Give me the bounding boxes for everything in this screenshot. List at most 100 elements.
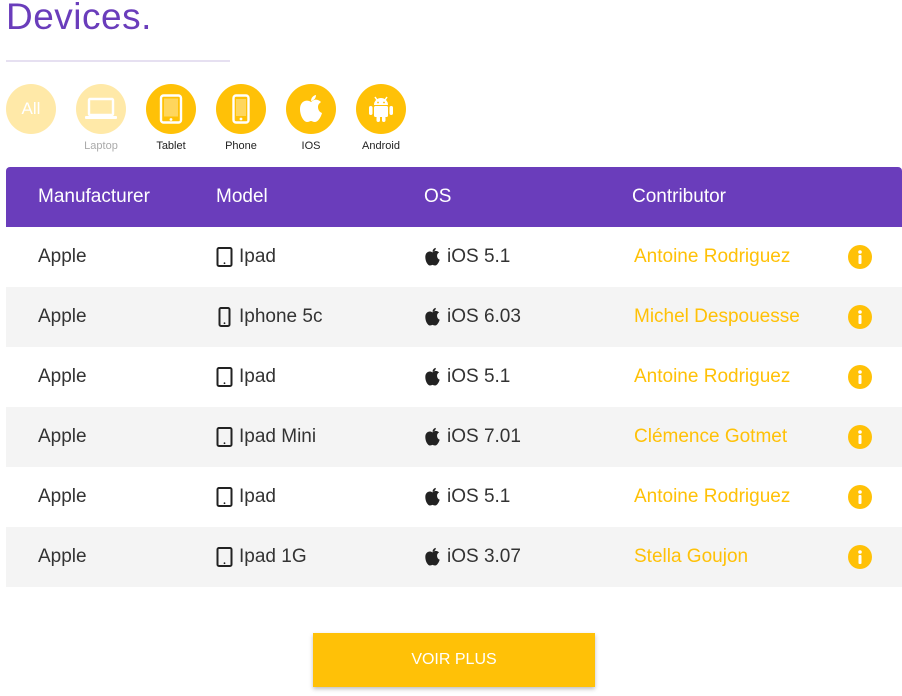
filter-android-circle[interactable] — [356, 84, 406, 134]
filter-ios-circle[interactable] — [286, 84, 336, 134]
cell-model: Ipad — [216, 227, 276, 287]
info-icon — [858, 370, 862, 384]
cell-os-label: iOS 5.1 — [447, 366, 511, 387]
filter-android[interactable]: Android — [356, 84, 426, 152]
cell-os-label: iOS 7.01 — [447, 426, 521, 447]
table-header: Manufacturer Model OS Contributor — [6, 167, 902, 227]
cell-info — [848, 467, 872, 527]
cell-manufacturer: Apple — [38, 246, 87, 267]
cell-model-label: Ipad — [239, 246, 276, 267]
tablet-icon — [216, 247, 233, 267]
cell-model: Ipad Mini — [216, 407, 316, 467]
table-row: Apple Iphone 5c iOS 6.03 Michel Despoues… — [6, 287, 902, 347]
apple-icon — [425, 487, 440, 506]
page-title: Devices. — [6, 0, 152, 37]
laptop-icon — [85, 97, 117, 119]
cell-os: iOS 5.1 — [424, 227, 510, 287]
table-row: Apple Ipad 1G iOS 3.07 Stella Goujon — [6, 527, 902, 587]
cell-model-label: Iphone 5c — [239, 306, 323, 327]
filter-laptop-circle[interactable] — [76, 84, 126, 134]
cell-os: iOS 3.07 — [424, 527, 521, 587]
cell-os-label: iOS 5.1 — [447, 246, 511, 267]
apple-icon — [425, 547, 440, 566]
tablet-icon — [216, 427, 233, 447]
filter-phone-circle[interactable] — [216, 84, 266, 134]
cell-info — [848, 227, 872, 287]
filter-laptop[interactable]: Laptop — [76, 84, 146, 152]
cell-os: iOS 5.1 — [424, 467, 510, 527]
info-icon — [858, 250, 862, 264]
apple-icon — [425, 247, 440, 266]
filter-tablet-circle[interactable] — [146, 84, 196, 134]
cell-manufacturer: Apple — [38, 486, 87, 507]
info-button[interactable] — [848, 305, 872, 329]
cell-model: Ipad 1G — [216, 527, 307, 587]
cell-os: iOS 7.01 — [424, 407, 521, 467]
tablet-icon — [159, 94, 183, 124]
device-filters: All Laptop Tablet Phone IOS Android — [6, 84, 426, 152]
header-contributor[interactable]: Contributor — [632, 186, 726, 208]
info-button[interactable] — [848, 245, 872, 269]
cell-model-label: Ipad — [239, 486, 276, 507]
cell-info — [848, 347, 872, 407]
filter-all-label: All — [21, 99, 41, 118]
cell-info — [848, 527, 872, 587]
table-row: Apple Ipad iOS 5.1 Antoine Rodriguez — [6, 467, 902, 527]
table-row: Apple Ipad iOS 5.1 Antoine Rodriguez — [6, 347, 902, 407]
cell-contributor[interactable]: Antoine Rodriguez — [634, 467, 790, 527]
cell-os-label: iOS 3.07 — [447, 546, 521, 567]
info-icon — [858, 430, 862, 444]
cell-os-label: iOS 6.03 — [447, 306, 521, 327]
cell-os: iOS 5.1 — [424, 347, 510, 407]
cell-model-label: Ipad — [239, 366, 276, 387]
tablet-icon — [216, 367, 233, 387]
phone-icon — [232, 94, 250, 124]
filter-all[interactable]: All — [6, 84, 76, 152]
tablet-icon — [216, 487, 233, 507]
cell-manufacturer: Apple — [38, 306, 87, 327]
info-icon — [858, 310, 862, 324]
cell-manufacturer: Apple — [38, 546, 87, 567]
cell-contributor[interactable]: Michel Despouesse — [634, 287, 800, 347]
cell-model: Iphone 5c — [216, 287, 322, 347]
apple-icon — [425, 367, 440, 386]
filter-android-label: Android — [362, 140, 400, 152]
title-divider — [6, 60, 230, 62]
cell-info — [848, 287, 872, 347]
filter-laptop-label: Laptop — [84, 140, 118, 152]
cell-contributor[interactable]: Antoine Rodriguez — [634, 347, 790, 407]
filter-all-circle[interactable]: All — [6, 84, 56, 134]
filter-phone[interactable]: Phone — [216, 84, 286, 152]
filter-ios-label: IOS — [301, 140, 321, 152]
filter-tablet[interactable]: Tablet — [146, 84, 216, 152]
cell-info — [848, 407, 872, 467]
filter-ios[interactable]: IOS — [286, 84, 356, 152]
info-icon — [858, 490, 862, 504]
cell-model: Ipad — [216, 467, 276, 527]
info-button[interactable] — [848, 545, 872, 569]
voir-plus-button[interactable]: VOIR PLUS — [313, 633, 595, 687]
cell-model: Ipad — [216, 347, 276, 407]
apple-icon — [425, 307, 440, 326]
cell-manufacturer: Apple — [38, 366, 87, 387]
devices-table: Manufacturer Model OS Contributor Apple … — [6, 167, 902, 587]
info-button[interactable] — [848, 365, 872, 389]
info-button[interactable] — [848, 485, 872, 509]
apple-icon — [300, 95, 322, 122]
apple-icon — [425, 427, 440, 446]
cell-manufacturer: Apple — [38, 426, 87, 447]
header-os[interactable]: OS — [424, 186, 451, 208]
cell-os-label: iOS 5.1 — [447, 486, 511, 507]
cell-model-label: Ipad 1G — [239, 546, 307, 567]
phone-icon — [218, 307, 231, 327]
header-manufacturer[interactable]: Manufacturer — [38, 186, 150, 208]
cell-os: iOS 6.03 — [424, 287, 521, 347]
table-row: Apple Ipad iOS 5.1 Antoine Rodriguez — [6, 227, 902, 287]
cell-contributor[interactable]: Stella Goujon — [634, 527, 748, 587]
cell-contributor[interactable]: Clémence Gotmet — [634, 407, 787, 467]
filter-tablet-label: Tablet — [156, 140, 186, 152]
info-button[interactable] — [848, 425, 872, 449]
header-model[interactable]: Model — [216, 186, 268, 208]
table-row: Apple Ipad Mini iOS 7.01 Clémence Gotmet — [6, 407, 902, 467]
cell-contributor[interactable]: Antoine Rodriguez — [634, 227, 790, 287]
